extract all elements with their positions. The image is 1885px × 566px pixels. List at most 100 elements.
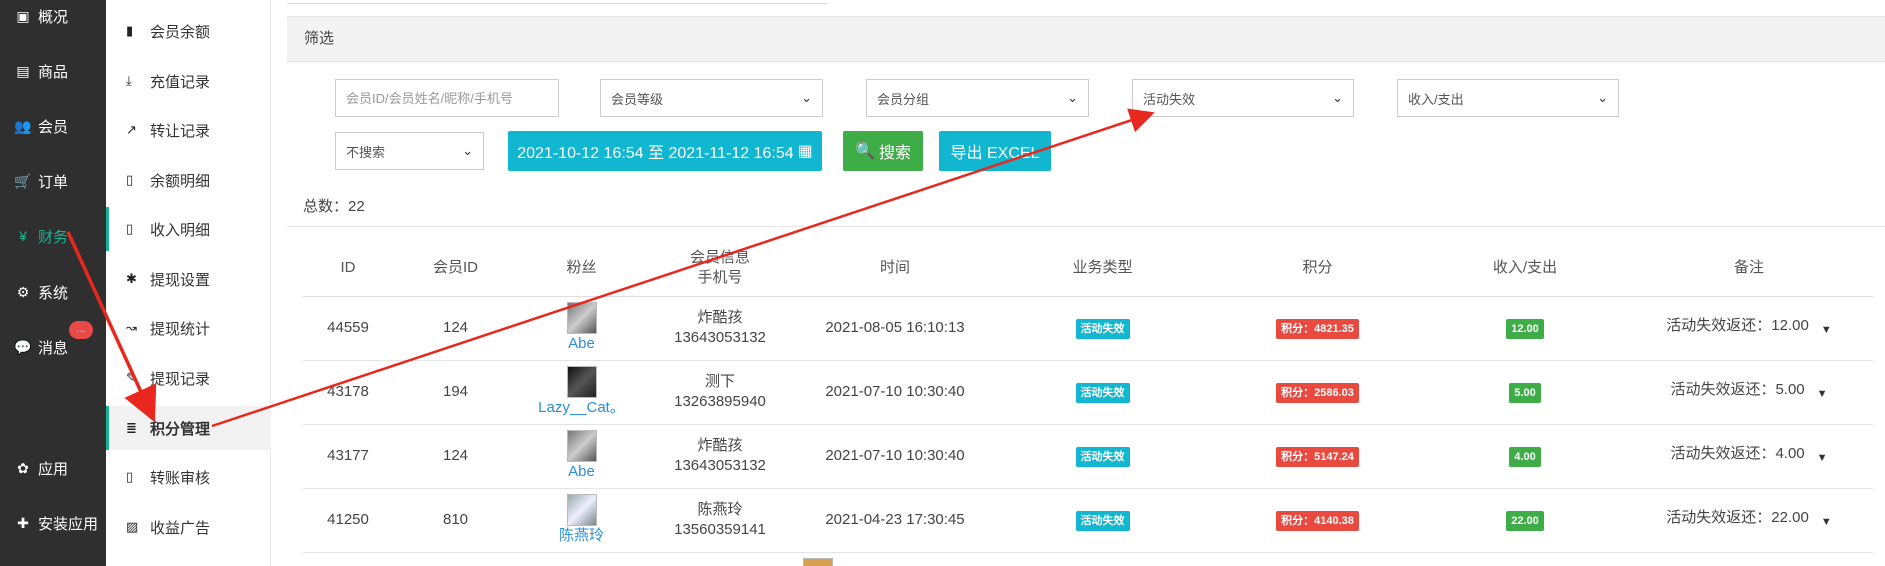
- member-level-select[interactable]: 会员等级 ⌄: [600, 79, 823, 117]
- cell-member-info: 炸酷孩 13643053132: [645, 296, 795, 361]
- submenu-withdraw-records[interactable]: ✎ 提现记录: [106, 356, 271, 400]
- submenu-member-balance[interactable]: ▮ 会员余额: [106, 9, 271, 53]
- member-name: 炸酷孩: [697, 437, 743, 454]
- note-text: 活动失效返还：5.00: [1670, 381, 1805, 398]
- chevron-down-icon: ⌄: [1597, 90, 1608, 105]
- filter-header: 筛选: [287, 16, 1885, 62]
- nav-item-label: 会员: [38, 118, 69, 136]
- submenu-label: 余额明细: [150, 172, 211, 190]
- submenu-withdraw-stats[interactable]: ↝ 提现统计: [106, 306, 271, 350]
- nav-item-label: 消息: [38, 339, 69, 357]
- col-header-fans: 粉丝: [518, 240, 645, 297]
- caret-down-icon[interactable]: ▼: [1821, 320, 1832, 340]
- export-excel-button[interactable]: 导出 EXCEL: [939, 131, 1051, 171]
- chevron-down-icon: ⌄: [1067, 90, 1078, 105]
- nav-item-overview[interactable]: ▣ 概况: [0, 0, 106, 36]
- nav-item-goods[interactable]: ▤ 商品: [0, 51, 106, 91]
- nav-item-label: 系统: [38, 284, 69, 302]
- member-group-select[interactable]: 会员分组 ⌄: [866, 79, 1089, 117]
- cell-biz-type: 活动失效: [995, 488, 1210, 553]
- col-header-time: 时间: [795, 240, 995, 297]
- note-text: 活动失效返还：22.00: [1666, 509, 1809, 526]
- search-button[interactable]: 🔍 搜索: [843, 131, 923, 171]
- cell-note: 活动失效返还：5.00 ▼: [1625, 360, 1873, 425]
- submenu-revenue-ads[interactable]: ▨ 收益广告: [106, 505, 271, 549]
- submenu-points-management[interactable]: ≣ 积分管理: [106, 406, 271, 450]
- cell-points: 积分：2586.03: [1210, 360, 1425, 425]
- cell-member-id: 124: [393, 296, 518, 361]
- table-row: 44559 124 Abe 炸酷孩 13643053132 2021-08-05…: [303, 296, 1873, 361]
- submenu-transfer-records[interactable]: ↗ 转让记录: [106, 108, 271, 152]
- submenu-balance-details[interactable]: ▯ 余额明细: [106, 158, 271, 202]
- amount-badge: 5.00: [1509, 382, 1541, 403]
- file-icon: ▯: [126, 469, 134, 484]
- submenu-income-details[interactable]: ▯ 收入明细: [106, 207, 271, 251]
- cell-member-id: 124: [393, 424, 518, 489]
- income-expense-select[interactable]: 收入/支出 ⌄: [1397, 79, 1619, 117]
- col-header-member-info: 会员信息 手机号: [645, 240, 795, 297]
- biz-type-badge: 活动失效: [1075, 446, 1130, 467]
- pencil-icon: ✎: [126, 370, 137, 385]
- date-range-button[interactable]: 2021-10-12 16:54 至 2021-11-12 16:54 ▦: [508, 131, 822, 171]
- member-phone: 13643053132: [674, 457, 766, 474]
- member-phone: 13643053132: [674, 329, 766, 346]
- note-text: 活动失效返还：4.00: [1670, 445, 1805, 462]
- avatar: [566, 494, 597, 526]
- select-value: 活动失效: [1143, 91, 1196, 107]
- nav-item-orders[interactable]: 🛒 订单: [0, 161, 106, 201]
- chevron-down-icon: ⌄: [1332, 90, 1343, 105]
- submenu-transfer-review[interactable]: ▯ 转账审核: [106, 455, 271, 499]
- points-badge: 积分：4821.35: [1276, 318, 1359, 339]
- member-search-input[interactable]: [335, 79, 559, 117]
- caret-down-icon[interactable]: ▼: [1817, 448, 1828, 468]
- cell-member-info: 测下 13263895940: [645, 360, 795, 425]
- caret-down-icon[interactable]: ▼: [1821, 512, 1832, 532]
- submenu-label: 积分管理: [150, 420, 211, 438]
- fan-name-link[interactable]: Abe: [518, 334, 645, 354]
- nav-item-label: 应用: [38, 460, 69, 478]
- table-row: 41250 810 陈燕玲 陈燕玲 13560359141 2021-04-23…: [303, 488, 1873, 553]
- nav-item-apps[interactable]: ✿ 应用: [0, 448, 106, 488]
- main-content: 筛选 会员等级 ⌄ 会员分组 ⌄ 活动失效 ⌄ 收入/支出 ⌄ 不搜索 ⌄ 20…: [271, 0, 1885, 566]
- cell-biz-type: 活动失效: [995, 296, 1210, 361]
- col-header-member-id: 会员ID: [393, 240, 518, 297]
- nav-item-system[interactable]: ⚙ 系统: [0, 272, 106, 312]
- submenu-label: 提现记录: [150, 370, 211, 388]
- apps-icon: ✿: [17, 459, 29, 476]
- caret-down-icon[interactable]: ▼: [1817, 384, 1828, 404]
- nav-item-finance[interactable]: ¥ 财务: [0, 216, 106, 256]
- nav-item-members[interactable]: 👥 会员: [0, 106, 106, 146]
- select-value: 不搜索: [346, 144, 386, 160]
- calendar-icon: ▦: [797, 143, 813, 160]
- message-badge: ...: [69, 321, 93, 339]
- member-search-text[interactable]: [346, 90, 548, 106]
- fan-name-link[interactable]: 陈燕玲: [518, 526, 645, 546]
- biz-type-badge: 活动失效: [1075, 510, 1130, 531]
- divider: [287, 226, 1885, 227]
- select-value: 收入/支出: [1408, 91, 1464, 107]
- cell-io: 5.00: [1425, 360, 1625, 425]
- nav-item-label: 商品: [38, 63, 69, 81]
- submenu-label: 转账审核: [150, 469, 211, 487]
- submenu-recharge-records[interactable]: ⤓ 充值记录: [106, 59, 271, 103]
- business-type-select[interactable]: 活动失效 ⌄: [1132, 79, 1354, 117]
- fan-name-link[interactable]: Lazy__Cat。: [518, 398, 645, 418]
- submenu-withdraw-settings[interactable]: ✱ 提现设置: [106, 257, 271, 301]
- file-icon: ▯: [126, 221, 134, 236]
- select-value: 会员等级: [611, 91, 664, 107]
- search-mode-select[interactable]: 不搜索 ⌄: [335, 132, 484, 170]
- table-header-row: ID 会员ID 粉丝 会员信息 手机号 时间 业务类型 积分 收入/支出 备注: [303, 240, 1873, 297]
- gears-icon: ⚙: [16, 283, 30, 300]
- database-icon: ≣: [126, 420, 137, 435]
- chevron-down-icon: ⌄: [462, 143, 473, 158]
- filter-title: 筛选: [304, 30, 335, 47]
- submenu-label: 提现统计: [150, 320, 211, 338]
- avatar: [566, 302, 597, 334]
- submenu-label: 会员余额: [150, 23, 211, 41]
- nav-item-install-apps[interactable]: ✚ 安装应用: [0, 503, 106, 543]
- cell-points: 积分：5147.24: [1210, 424, 1425, 489]
- file-icon: ▯: [126, 172, 134, 187]
- col-header-note: 备注: [1625, 240, 1873, 297]
- points-badge: 积分：2586.03: [1276, 382, 1359, 403]
- fan-name-link[interactable]: Abe: [518, 462, 645, 482]
